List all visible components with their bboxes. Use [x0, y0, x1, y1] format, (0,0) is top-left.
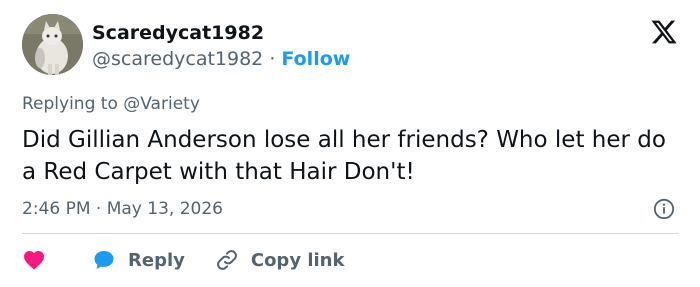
separator-dot: · [269, 48, 276, 70]
cat-photo [22, 14, 83, 75]
copy-link-label: Copy link [250, 249, 345, 271]
user-handle[interactable]: @scaredycat1982 [92, 48, 263, 70]
replying-prefix: Replying to [22, 94, 118, 114]
follow-button[interactable]: Follow [281, 48, 350, 70]
reply-label: Reply [128, 249, 185, 271]
reply-button[interactable]: Reply [92, 248, 185, 272]
replying-mention[interactable]: @Variety [123, 94, 200, 114]
action-bar: Reply Copy link [22, 246, 344, 274]
x-logo-icon[interactable] [650, 18, 678, 46]
link-icon [216, 250, 237, 270]
info-icon[interactable] [653, 198, 675, 220]
avatar[interactable] [22, 14, 83, 75]
divider [22, 233, 679, 234]
reply-bubble-icon [94, 251, 114, 269]
handle-line: @scaredycat1982 · Follow [92, 48, 350, 70]
tweet-text: Did Gillian Anderson lose all her friend… [22, 127, 666, 185]
display-name[interactable]: Scaredycat1982 [92, 22, 264, 44]
heart-icon [24, 251, 44, 270]
copy-link-button[interactable]: Copy link [215, 248, 345, 272]
replying-to: Replying to @Variety [22, 94, 200, 114]
like-button[interactable] [22, 248, 46, 272]
tweet-timestamp[interactable]: 2:46 PM · May 13, 2026 [22, 199, 223, 219]
